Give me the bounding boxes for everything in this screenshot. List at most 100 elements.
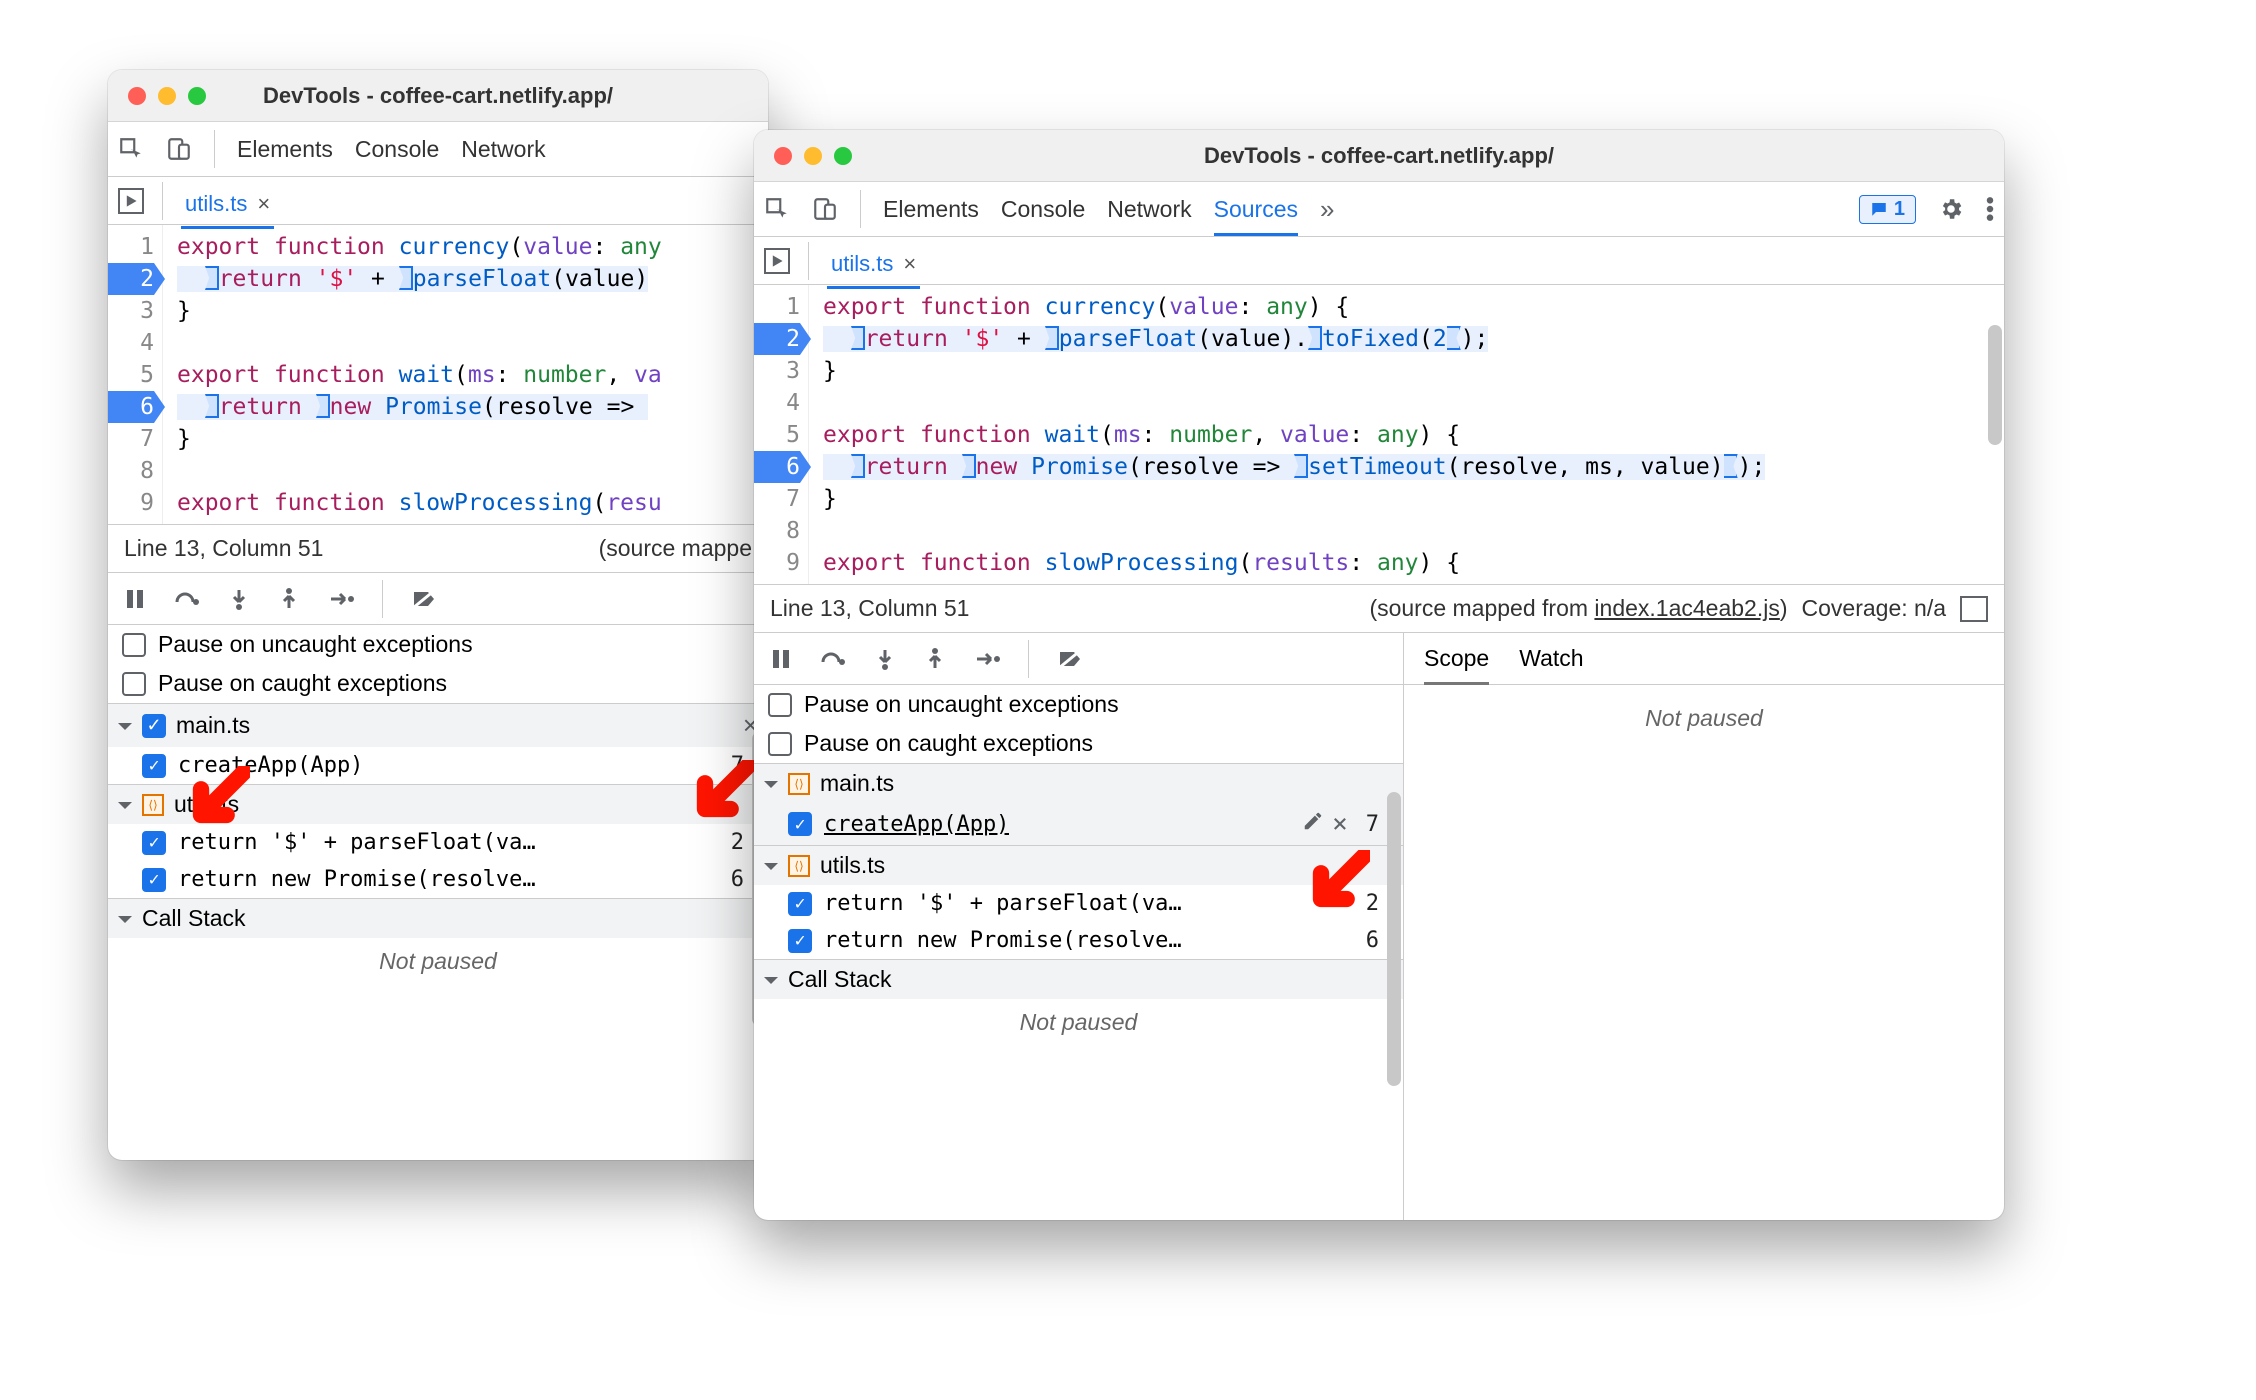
chevron-down-icon [118, 723, 132, 737]
panel-tabbar: Elements Console Network Sources » 1 [754, 182, 2004, 237]
file-tab-utils[interactable]: utils.ts × [827, 245, 920, 289]
call-stack-header[interactable]: Call Stack [108, 898, 768, 938]
code-body[interactable]: export function currency(value: any) { r… [809, 285, 2004, 584]
step-icon[interactable] [974, 648, 1000, 670]
issues-badge[interactable]: 1 [1859, 195, 1916, 224]
bp-item-createapp[interactable]: ✓ createApp(App) × 7 [754, 803, 1403, 845]
debugger-toolbar [754, 633, 1403, 685]
label-uncaught: Pause on uncaught exceptions [804, 691, 1119, 718]
deactivate-breakpoints-icon[interactable] [411, 588, 437, 610]
source-map-link[interactable]: index.1ac4eab2.js [1594, 595, 1779, 621]
gutter[interactable]: 123 456 789 [754, 285, 809, 584]
checkbox-uncaught[interactable] [768, 693, 792, 717]
inspect-icon[interactable] [764, 196, 790, 222]
bp-checkbox[interactable]: ✓ [788, 892, 812, 916]
bp-file-header-main[interactable]: ✓ main.ts × [108, 703, 768, 747]
step-out-icon[interactable] [924, 648, 946, 670]
window-title: DevTools - coffee-cart.netlify.app/ [108, 83, 768, 109]
checkbox-uncaught[interactable] [122, 633, 146, 657]
bp-checkbox[interactable]: ✓ [142, 868, 166, 892]
device-icon[interactable] [166, 136, 192, 162]
step-over-icon[interactable] [820, 648, 846, 670]
step-icon[interactable] [328, 588, 354, 610]
divider [214, 130, 215, 168]
gear-icon[interactable] [1938, 196, 1964, 222]
source-mapped-label: (source mappe [599, 535, 752, 562]
bp-item-return-promise[interactable]: ✓ return new Promise(resolve… 6 [754, 922, 1403, 959]
navigator-toggle-icon[interactable] [764, 248, 790, 274]
step-out-icon[interactable] [278, 588, 300, 610]
step-into-icon[interactable] [228, 588, 250, 610]
bp-file-header-utils[interactable]: ⟨⟩ utils.ts [108, 784, 768, 824]
chevron-down-icon [118, 916, 132, 930]
debugger-pane: Pause on uncaught exceptions Pause on ca… [754, 633, 2004, 1220]
pause-icon[interactable] [770, 648, 792, 670]
not-paused-label: Not paused [108, 938, 768, 985]
step-into-icon[interactable] [874, 648, 896, 670]
tab-elements[interactable]: Elements [237, 136, 333, 163]
tab-scope[interactable]: Scope [1424, 645, 1489, 685]
navigator-toggle-icon[interactable] [118, 188, 144, 214]
close-icon[interactable]: × [257, 191, 270, 217]
tab-sources[interactable]: Sources [1214, 196, 1298, 236]
bp-file-checkbox[interactable]: ✓ [142, 714, 166, 738]
tab-network[interactable]: Network [1107, 196, 1191, 223]
bp-item-createapp[interactable]: ✓ createApp(App) 7 [108, 747, 768, 784]
bp-file-header-main[interactable]: ⟨⟩ main.ts [754, 763, 1403, 803]
tab-network[interactable]: Network [461, 136, 545, 163]
edit-icon[interactable] [1302, 810, 1324, 838]
checkbox-caught[interactable] [122, 672, 146, 696]
zoom-dot[interactable] [188, 87, 206, 105]
scope-watch-pane: Scope Watch Not paused [1404, 633, 2004, 1220]
chevron-down-icon [764, 977, 778, 991]
label-caught: Pause on caught exceptions [804, 730, 1093, 757]
not-paused-label: Not paused [1404, 685, 2004, 752]
overflow-icon[interactable]: » [1320, 194, 1334, 225]
close-dot[interactable] [128, 87, 146, 105]
code-body[interactable]: export function currency(value: any retu… [163, 225, 768, 524]
minimize-dot[interactable] [804, 147, 822, 165]
deactivate-breakpoints-icon[interactable] [1057, 648, 1083, 670]
bp-checkbox[interactable]: ✓ [142, 831, 166, 855]
zoom-dot[interactable] [834, 147, 852, 165]
goto-icon[interactable] [1960, 596, 1988, 622]
tab-elements[interactable]: Elements [883, 196, 979, 223]
tab-console[interactable]: Console [1001, 196, 1085, 223]
source-mapped-label: (source mapped from index.1ac4eab2.js) [1369, 595, 1787, 622]
minimize-dot[interactable] [158, 87, 176, 105]
devtools-window-front: DevTools - coffee-cart.netlify.app/ Elem… [754, 130, 2004, 1220]
scrollbar[interactable] [1387, 792, 1401, 1086]
divider [1028, 640, 1029, 678]
bp-checkbox[interactable]: ✓ [788, 929, 812, 953]
tab-watch[interactable]: Watch [1519, 645, 1583, 672]
scrollbar[interactable] [1988, 325, 2002, 445]
pause-icon[interactable] [124, 588, 146, 610]
call-stack-header[interactable]: Call Stack [754, 959, 1403, 999]
file-tab-label: utils.ts [185, 191, 247, 217]
bp-checkbox[interactable]: ✓ [788, 812, 812, 836]
code-editor[interactable]: 123 456 789 export function currency(val… [108, 225, 768, 525]
checkbox-caught[interactable] [768, 732, 792, 756]
bp-item-return-parse[interactable]: ✓ return '$' + parseFloat(va… 2 [108, 824, 768, 861]
step-over-icon[interactable] [174, 588, 200, 610]
breakpoints-pane[interactable]: Pause on uncaught exceptions Pause on ca… [754, 685, 1403, 1220]
close-dot[interactable] [774, 147, 792, 165]
remove-icon[interactable]: × [1332, 809, 1348, 839]
bp-item-return-parse[interactable]: ✓ return '$' + parseFloat(va… 2 [754, 885, 1403, 922]
scope-watch-tabs: Scope Watch [1404, 633, 2004, 685]
close-icon[interactable]: × [903, 251, 916, 277]
device-icon[interactable] [812, 196, 838, 222]
debugger-toolbar [108, 573, 768, 625]
tab-console[interactable]: Console [355, 136, 439, 163]
code-editor[interactable]: 123 456 789 export function currency(val… [754, 285, 2004, 585]
breakpoints-pane[interactable]: Pause on uncaught exceptions Pause on ca… [108, 625, 768, 1160]
kebab-icon[interactable] [1986, 196, 1994, 222]
bp-file-header-utils[interactable]: ⟨⟩ utils.ts [754, 845, 1403, 885]
bp-item-return-promise[interactable]: ✓ return new Promise(resolve… 6 [108, 861, 768, 898]
bp-line-number: 7 [731, 753, 754, 778]
inspect-icon[interactable] [118, 136, 144, 162]
file-tab-utils[interactable]: utils.ts × [181, 185, 274, 229]
window-title: DevTools - coffee-cart.netlify.app/ [754, 143, 2004, 169]
bp-checkbox[interactable]: ✓ [142, 754, 166, 778]
gutter[interactable]: 123 456 789 [108, 225, 163, 524]
